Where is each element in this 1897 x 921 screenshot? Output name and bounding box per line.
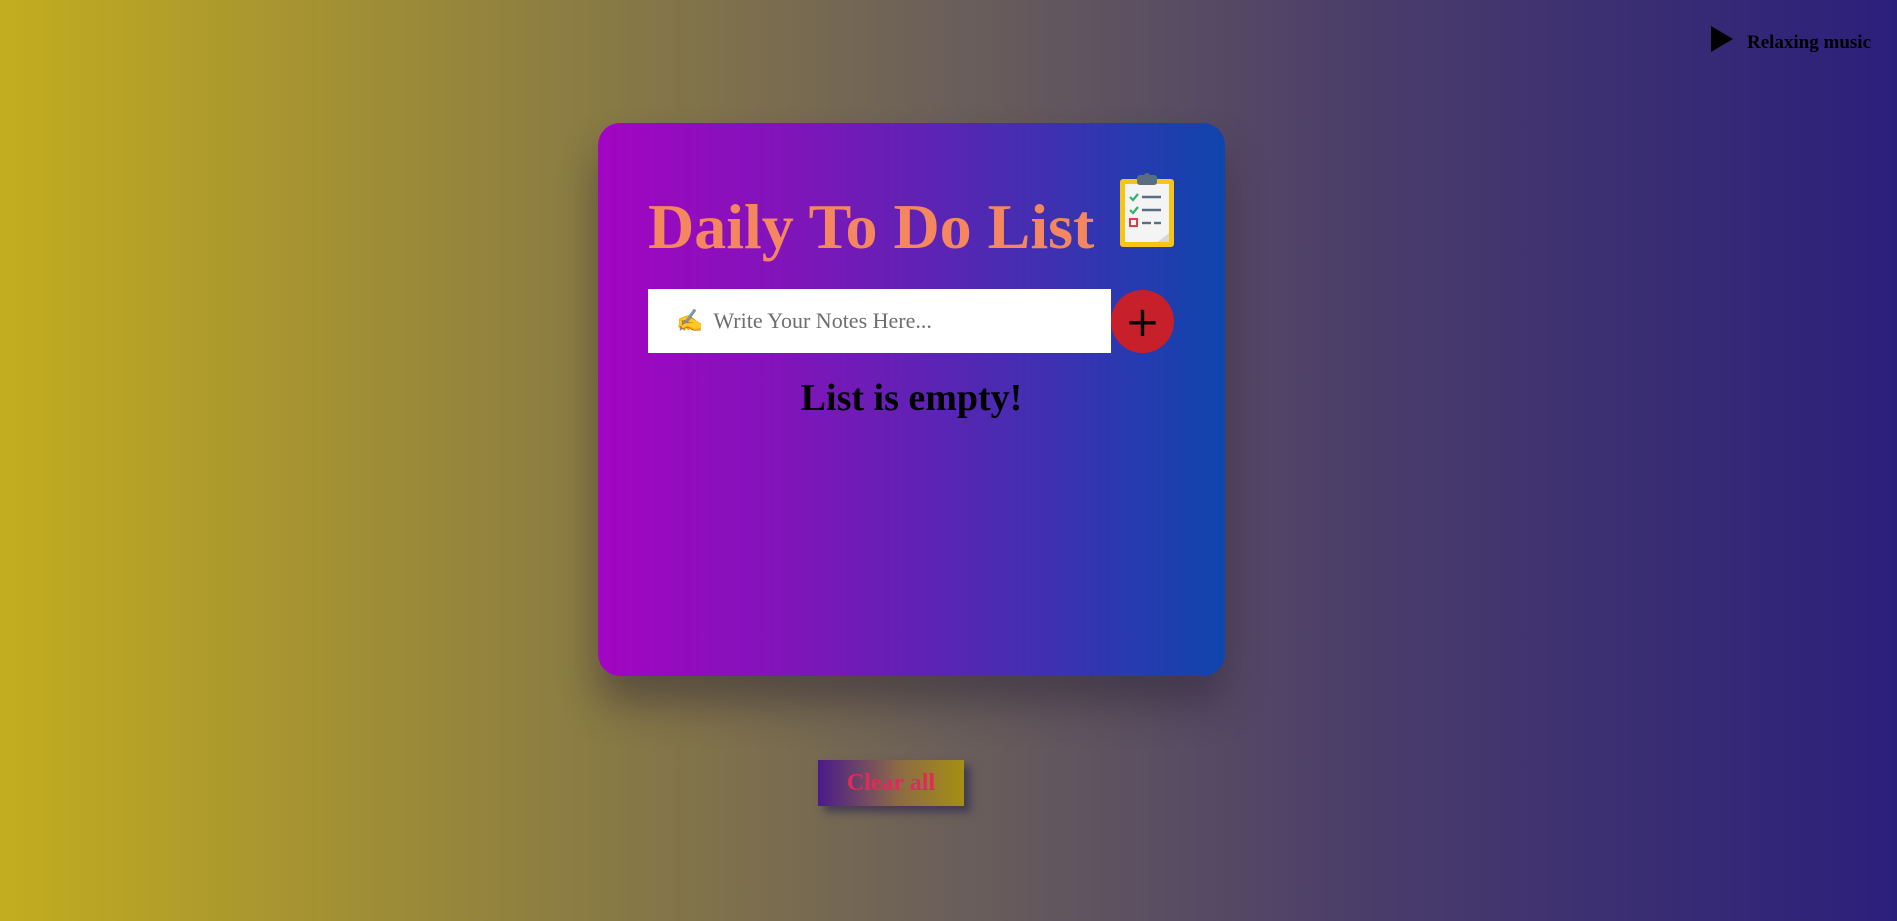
title-row: Daily To Do List xyxy=(648,173,1176,259)
music-toggle[interactable]: Relaxing music xyxy=(1710,24,1871,54)
clear-all-button[interactable]: Clear all xyxy=(818,760,964,806)
add-button[interactable]: + xyxy=(1111,289,1174,353)
clipboard-icon xyxy=(1120,173,1175,247)
input-row: ✍️ + xyxy=(648,289,1174,353)
empty-list-message: List is empty! xyxy=(800,377,1023,419)
todo-card: Daily To Do List ✍️ + List is empty! xyxy=(598,123,1225,676)
note-input-container[interactable]: ✍️ xyxy=(648,289,1111,353)
page-title: Daily To Do List xyxy=(648,191,1095,262)
writing-hand-icon: ✍️ xyxy=(676,308,704,333)
note-input[interactable] xyxy=(711,307,1096,335)
play-icon[interactable] xyxy=(1710,26,1733,52)
music-label: Relaxing music xyxy=(1746,32,1871,53)
